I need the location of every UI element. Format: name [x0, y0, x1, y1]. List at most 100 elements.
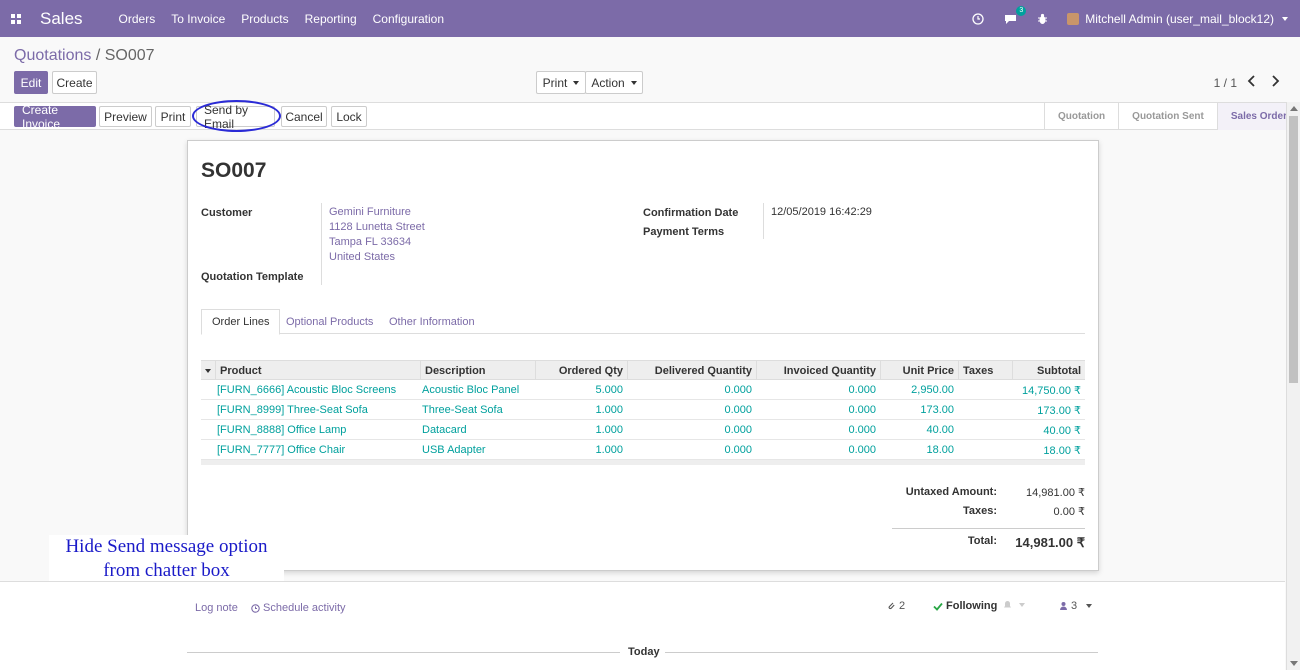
attachments-button[interactable]: 2: [887, 600, 905, 612]
caret-down-icon: [630, 80, 637, 85]
notebook-tabs: Order Lines Optional Products Other Info…: [201, 309, 1085, 335]
followers-dropdown[interactable]: 3: [1059, 600, 1093, 612]
table-row[interactable]: [FURN_6666] Acoustic Bloc Screens Acoust…: [201, 380, 1085, 400]
cell-invoiced-qty: 0.000: [848, 384, 876, 396]
messages-icon[interactable]: 3: [1003, 5, 1027, 26]
breadcrumb-separator: /: [95, 47, 101, 64]
messages-count-badge: 3: [1016, 5, 1027, 16]
pager-previous-icon[interactable]: [1247, 74, 1257, 90]
stage-quotation-sent[interactable]: Quotation Sent: [1118, 103, 1217, 130]
cell-description: Datacard: [422, 424, 467, 436]
print-button[interactable]: Print: [155, 106, 191, 127]
cell-taxes: [958, 380, 1012, 400]
following-button[interactable]: Following: [933, 600, 997, 612]
table-row[interactable]: [FURN_8888] Office Lamp Datacard 1.000 0…: [201, 420, 1085, 440]
menu-products[interactable]: Products: [241, 12, 288, 26]
stage-quotation[interactable]: Quotation: [1043, 103, 1118, 130]
app-brand[interactable]: Sales: [40, 9, 83, 29]
cell-description: USB Adapter: [422, 444, 486, 456]
edit-button[interactable]: Edit: [14, 71, 48, 94]
table-row[interactable]: [FURN_7777] Office Chair USB Adapter 1.0…: [201, 440, 1085, 460]
user-menu[interactable]: Mitchell Admin (user_mail_block12): [1067, 12, 1288, 26]
highlight-ellipse-annotation: [192, 100, 281, 132]
action-dropdown[interactable]: Action: [585, 71, 643, 94]
customer-name[interactable]: Gemini Furniture: [329, 205, 425, 220]
customer-country: United States: [329, 251, 396, 263]
customer-address[interactable]: Gemini Furniture 1128 Lunetta Street Tam…: [329, 205, 425, 265]
cell-ordered-qty: 1.000: [595, 404, 623, 416]
scroll-up-icon[interactable]: [1290, 106, 1298, 111]
col-ordered-qty[interactable]: Ordered Qty: [535, 361, 627, 380]
caret-down-icon: [1086, 604, 1093, 608]
col-description[interactable]: Description: [420, 361, 535, 380]
user-name: Mitchell Admin (user_mail_block12): [1085, 11, 1274, 26]
clock-icon: [251, 603, 260, 613]
cell-taxes: [958, 420, 1012, 440]
debug-bug-icon[interactable]: [1035, 12, 1049, 26]
cell-delivered-qty: 0.000: [724, 404, 752, 416]
tab-optional-products[interactable]: Optional Products: [276, 309, 383, 335]
total-value: 14,981.00 ₹: [1015, 535, 1085, 550]
breadcrumb-current: SO007: [104, 47, 155, 64]
menu-orders[interactable]: Orders: [119, 12, 156, 26]
untaxed-value: 14,981.00 ₹: [1026, 487, 1085, 499]
pager-value[interactable]: 1 / 1: [1214, 76, 1237, 90]
menu-to-invoice[interactable]: To Invoice: [171, 12, 225, 26]
confirmation-date-label: Confirmation Date: [643, 207, 739, 219]
cell-ordered-qty: 1.000: [595, 424, 623, 436]
cell-taxes: [958, 400, 1012, 420]
cell-unit-price: 2,950.00: [911, 384, 954, 396]
col-delivered-qty[interactable]: Delivered Quantity: [627, 361, 756, 380]
col-taxes[interactable]: Taxes: [958, 361, 1012, 380]
lock-button[interactable]: Lock: [331, 106, 367, 127]
col-unit-price[interactable]: Unit Price: [880, 361, 958, 380]
pager-next-icon[interactable]: [1270, 74, 1280, 90]
menu-configuration[interactable]: Configuration: [373, 12, 444, 26]
col-invoiced-qty[interactable]: Invoiced Quantity: [756, 361, 880, 380]
log-note-button[interactable]: Log note: [195, 602, 238, 614]
tab-other-information[interactable]: Other Information: [379, 309, 485, 335]
cell-product[interactable]: [FURN_6666] Acoustic Bloc Screens: [213, 380, 420, 400]
cell-product[interactable]: [FURN_7777] Office Chair: [213, 440, 420, 460]
sort-caret-icon[interactable]: [201, 361, 215, 380]
create-invoice-button[interactable]: Create Invoice: [14, 103, 96, 131]
cell-product[interactable]: [FURN_8888] Office Lamp: [213, 420, 420, 440]
cell-subtotal: 14,750.00 ₹: [1022, 384, 1081, 397]
cancel-button[interactable]: Cancel: [281, 106, 327, 127]
print-dropdown-label: Print: [542, 75, 568, 90]
caret-down-icon: [1019, 603, 1025, 607]
cell-delivered-qty: 0.000: [724, 384, 752, 396]
totals-divider: [892, 528, 1085, 529]
col-product[interactable]: Product: [215, 361, 420, 380]
cell-description: Three-Seat Sofa: [422, 404, 503, 416]
preview-button[interactable]: Preview: [99, 106, 152, 127]
print-dropdown[interactable]: Print: [536, 71, 586, 94]
cell-unit-price: 18.00: [926, 444, 954, 456]
page-scrollbar[interactable]: [1286, 102, 1300, 670]
scroll-down-icon[interactable]: [1290, 661, 1298, 666]
create-button[interactable]: Create: [52, 71, 97, 94]
breadcrumb-quotations[interactable]: Quotations: [14, 47, 91, 64]
activity-clock-icon[interactable]: [971, 12, 985, 26]
scroll-thumb[interactable]: [1289, 116, 1298, 383]
cell-description: Acoustic Bloc Panel: [422, 384, 520, 396]
taxes-value: 0.00 ₹: [1053, 506, 1085, 518]
untaxed-row: Untaxed Amount: 14,981.00 ₹: [892, 486, 1085, 505]
notification-bell-dropdown[interactable]: [1003, 600, 1025, 610]
schedule-activity-button[interactable]: Schedule activity: [251, 602, 346, 614]
table-header: Product Description Ordered Qty Delivere…: [201, 360, 1085, 380]
cell-invoiced-qty: 0.000: [848, 424, 876, 436]
apps-menu-icon[interactable]: [2, 0, 30, 37]
menu-reporting[interactable]: Reporting: [305, 12, 357, 26]
paperclip-icon: [888, 602, 895, 610]
caret-down-icon: [573, 80, 580, 85]
tab-order-lines[interactable]: Order Lines: [201, 309, 281, 335]
table-row[interactable]: [FURN_8999] Three-Seat Sofa Three-Seat S…: [201, 400, 1085, 420]
order-totals: Untaxed Amount: 14,981.00 ₹ Taxes: 0.00 …: [892, 486, 1085, 554]
form-sheet: SO007 Customer Gemini Furniture 1128 Lun…: [187, 140, 1099, 571]
col-subtotal[interactable]: Subtotal: [1012, 361, 1085, 380]
check-icon: [933, 602, 943, 611]
user-icon: [1060, 602, 1067, 610]
cell-product[interactable]: [FURN_8999] Three-Seat Sofa: [213, 400, 420, 420]
field-divider: [321, 203, 322, 285]
